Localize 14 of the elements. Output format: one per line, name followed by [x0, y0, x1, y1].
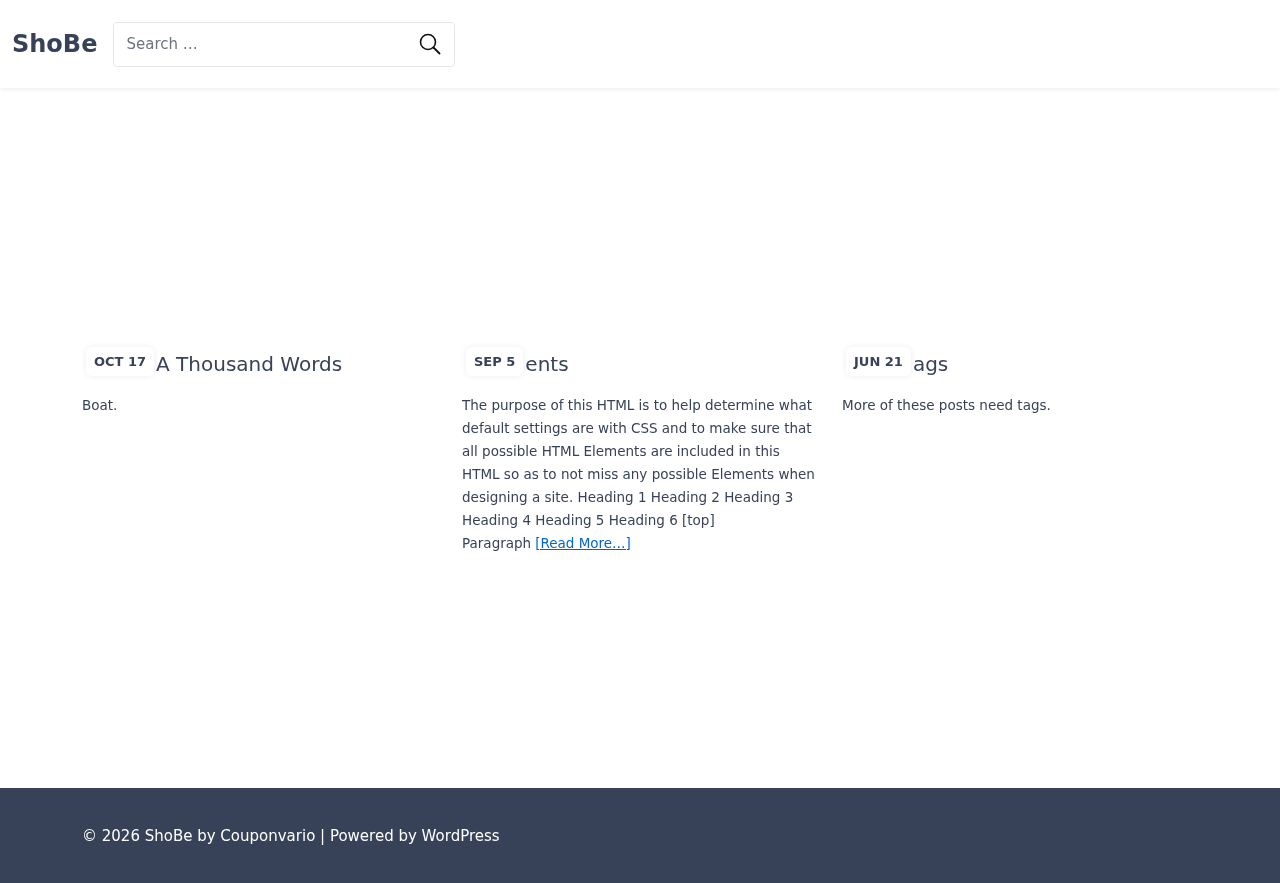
read-more-link[interactable]: [Read More…] — [535, 535, 631, 551]
post-title[interactable]: ags — [912, 346, 949, 376]
footer-credit: © 2026 ShoBe by Couponvario | Powered by WordPress — [82, 826, 500, 845]
search-icon[interactable] — [419, 32, 442, 55]
post-excerpt: The purpose of this HTML is to help determine what default settings are with CSS and to make sure that all possible HTML Elements are included in this HTML so as to not miss any possible Elements when designing a site. Heading 1 Heading 2 Heading 3 Heading 4 Heading 5 Heading 6 [top] Paragraph [Read More…] — [462, 396, 816, 553]
date-badge: JUN 21 — [846, 346, 911, 376]
date-badge: OCT 17 — [86, 346, 155, 376]
site-logo[interactable]: ShoBe — [12, 30, 98, 58]
search-field[interactable]: Search … — [113, 21, 456, 67]
date-badge: SEP 5 — [466, 346, 524, 376]
post-title[interactable]: A Thousand Words — [156, 346, 343, 376]
post-excerpt: Boat. — [82, 396, 119, 415]
post-excerpt: More of these posts need tags. — [842, 396, 1052, 415]
post-title[interactable]: ents — [525, 346, 569, 376]
